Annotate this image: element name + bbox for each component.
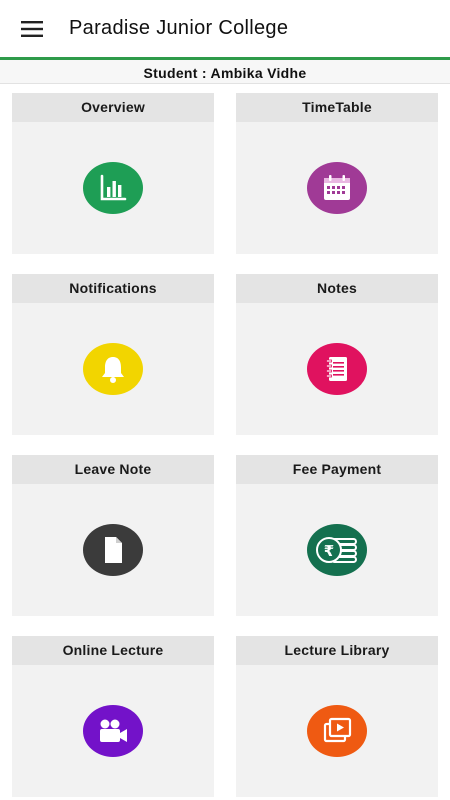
bell-icon [83, 343, 143, 395]
tile-label: Notes [236, 274, 438, 303]
tile-notes[interactable]: Notes [236, 274, 438, 435]
tile-leave-note[interactable]: Leave Note [12, 455, 214, 616]
tile-label: Fee Payment [236, 455, 438, 484]
notebook-icon [307, 343, 367, 395]
hamburger-menu-icon [21, 21, 43, 37]
app-title: Paradise Junior College [69, 17, 289, 39]
tile-label: Overview [12, 93, 214, 122]
tile-label: Lecture Library [236, 636, 438, 665]
calendar-icon [307, 162, 367, 214]
student-name-label: Student : Ambika Vidhe [143, 65, 307, 81]
tile-label: TimeTable [236, 93, 438, 122]
app-bar: Paradise Junior College [0, 0, 450, 60]
video-camera-icon [83, 705, 143, 757]
rupee-coins-icon: ₹ [307, 524, 367, 576]
tile-lecture-library[interactable]: Lecture Library [236, 636, 438, 797]
tile-fee-payment[interactable]: Fee Payment ₹ [236, 455, 438, 616]
tile-timetable[interactable]: TimeTable [236, 93, 438, 254]
bar-chart-icon [83, 162, 143, 214]
menu-button[interactable] [14, 14, 50, 44]
video-library-icon [307, 705, 367, 757]
svg-text:₹: ₹ [324, 542, 334, 560]
tile-overview[interactable]: Overview [12, 93, 214, 254]
tile-online-lecture[interactable]: Online Lecture [12, 636, 214, 797]
tile-label: Online Lecture [12, 636, 214, 665]
tile-notifications[interactable]: Notifications [12, 274, 214, 435]
tile-label: Leave Note [12, 455, 214, 484]
tile-label: Notifications [12, 274, 214, 303]
document-icon [83, 524, 143, 576]
student-bar: Student : Ambika Vidhe [0, 60, 450, 84]
